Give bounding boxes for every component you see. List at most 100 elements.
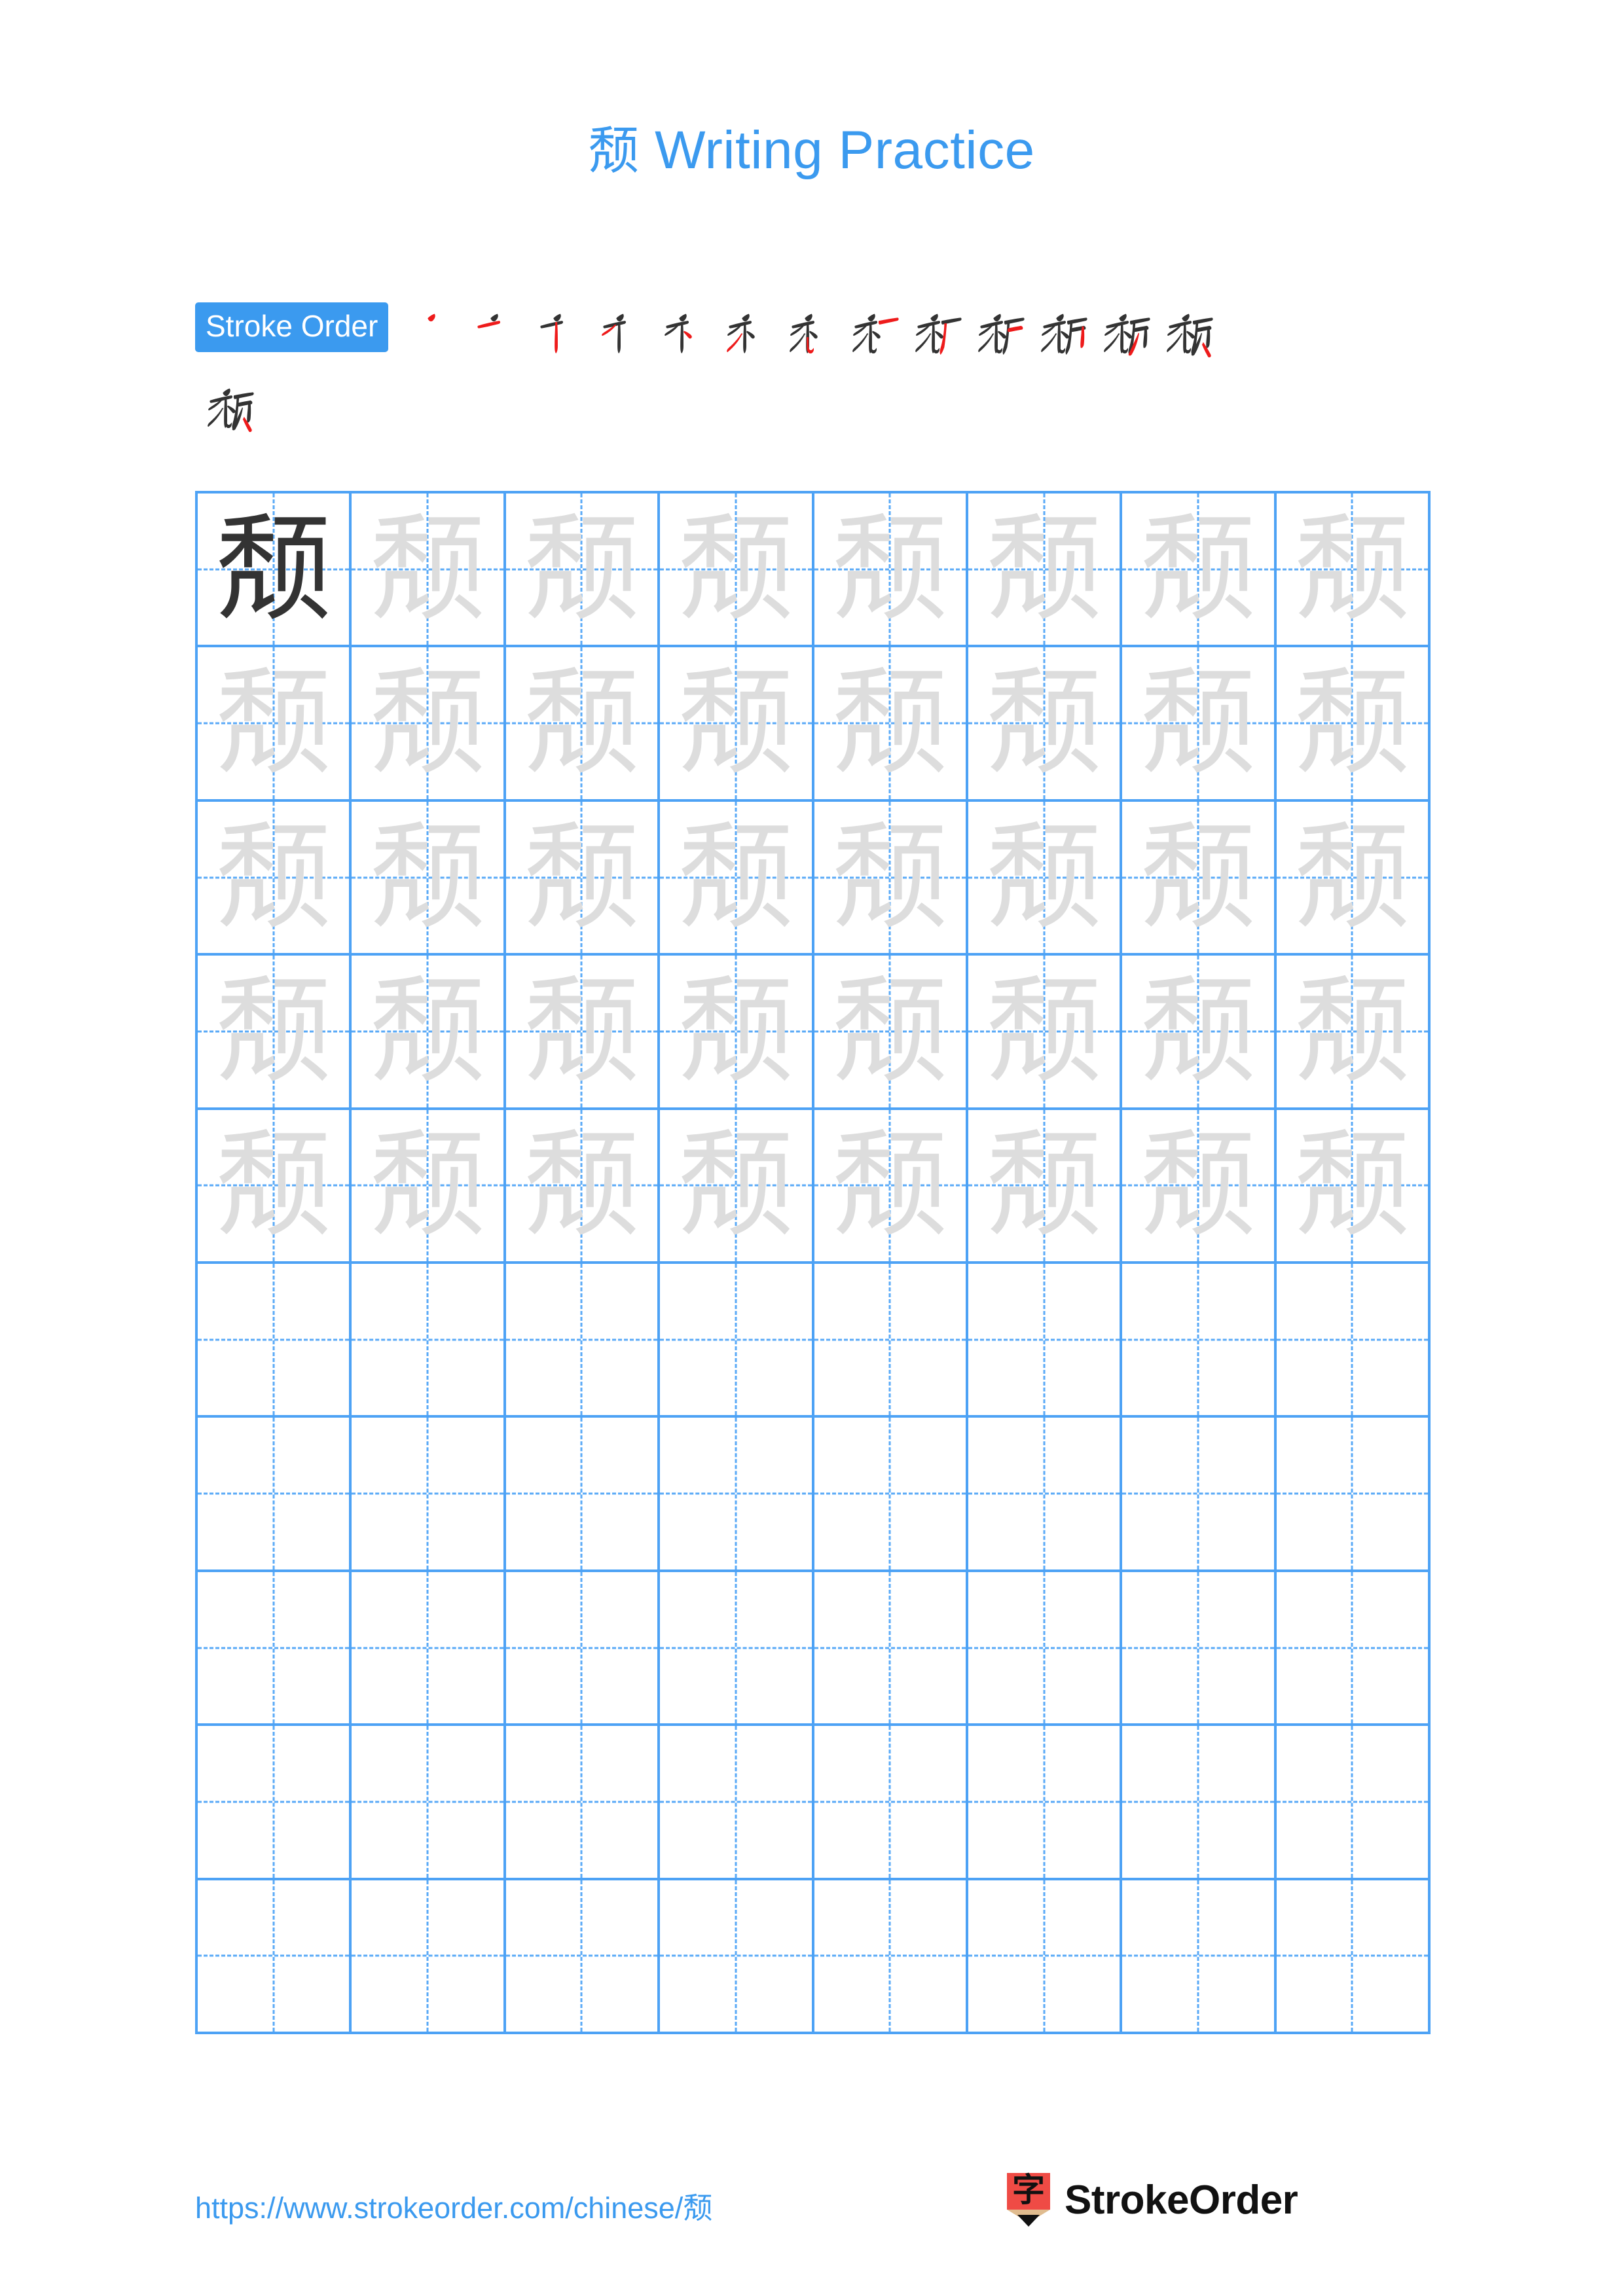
grid-cell-r2-c7[interactable]: 颓	[1122, 647, 1277, 802]
grid-cell-r9-c4[interactable]	[660, 1726, 814, 1880]
grid-cell-r6-c2[interactable]	[352, 1264, 506, 1418]
grid-cell-r7-c5[interactable]	[814, 1418, 968, 1572]
grid-cell-r6-c5[interactable]	[814, 1264, 968, 1418]
grid-cell-r6-c1[interactable]	[198, 1264, 352, 1418]
grid-cell-r6-c6[interactable]	[968, 1264, 1123, 1418]
trace-character: 颓	[215, 963, 332, 1099]
grid-cell-r7-c8[interactable]	[1276, 1418, 1431, 1572]
grid-cell-r8-c5[interactable]	[814, 1571, 968, 1727]
grid-cell-r10-c6[interactable]	[968, 1880, 1123, 2035]
grid-cell-r6-c8[interactable]	[1276, 1264, 1431, 1418]
grid-cell-r8-c8[interactable]	[1276, 1571, 1431, 1727]
grid-cell-r1-c7[interactable]: 颓	[1122, 493, 1277, 648]
stroke-order-badge: Stroke Order	[195, 302, 389, 352]
grid-cell-r2-c3[interactable]: 颓	[505, 647, 661, 802]
grid-cell-r7-c6[interactable]	[968, 1418, 1123, 1572]
grid-cell-r10-c2[interactable]	[352, 1880, 506, 2035]
grid-cell-r5-c7[interactable]: 颓	[1122, 1109, 1277, 1265]
horizontal-guide-line	[814, 1338, 966, 1341]
grid-cell-r8-c1[interactable]	[198, 1571, 352, 1727]
grid-cell-r8-c3[interactable]	[505, 1571, 661, 1727]
grid-cell-r9-c2[interactable]	[352, 1726, 506, 1880]
grid-cell-r3-c4[interactable]: 颓	[660, 801, 814, 956]
grid-cell-r1-c8[interactable]: 颓	[1276, 493, 1431, 648]
grid-cell-r2-c8[interactable]: 颓	[1276, 647, 1431, 802]
grid-cell-r4-c7[interactable]: 颓	[1122, 956, 1277, 1110]
grid-row: 颓颓颓颓颓颓颓颓	[198, 647, 1431, 802]
trace-character: 颓	[1294, 963, 1411, 1099]
grid-cell-r9-c8[interactable]	[1276, 1726, 1431, 1880]
grid-cell-r4-c5[interactable]: 颓	[814, 956, 968, 1110]
grid-cell-r5-c4[interactable]: 颓	[660, 1109, 814, 1265]
grid-cell-r10-c8[interactable]	[1276, 1880, 1431, 2035]
trace-character: 颓	[369, 655, 486, 791]
grid-cell-r9-c6[interactable]	[968, 1726, 1123, 1880]
grid-cell-r3-c8[interactable]: 颓	[1276, 801, 1431, 956]
grid-cell-r4-c2[interactable]: 颓	[352, 956, 506, 1110]
horizontal-guide-line	[352, 1801, 503, 1803]
grid-cell-r9-c3[interactable]	[505, 1726, 661, 1880]
grid-cell-r5-c2[interactable]: 颓	[352, 1109, 506, 1265]
grid-cell-r7-c2[interactable]	[352, 1418, 506, 1572]
grid-cell-r8-c2[interactable]	[352, 1571, 506, 1727]
horizontal-guide-line	[1122, 1954, 1274, 1957]
grid-cell-r1-c6[interactable]: 颓	[968, 493, 1123, 648]
footer-url-link[interactable]: https://www.strokeorder.com/chinese/颓	[195, 2184, 712, 2227]
grid-cell-r4-c4[interactable]: 颓	[660, 956, 814, 1110]
grid-cell-r4-c6[interactable]: 颓	[968, 956, 1123, 1110]
stroke-step-7	[777, 302, 840, 374]
grid-cell-r10-c4[interactable]	[660, 1880, 814, 2035]
grid-cell-r3-c7[interactable]: 颓	[1122, 801, 1277, 956]
stroke-order-section: Stroke Order	[195, 302, 1432, 449]
grid-cell-r6-c3[interactable]	[505, 1264, 661, 1418]
grid-cell-r5-c5[interactable]: 颓	[814, 1109, 968, 1265]
trace-character: 颓	[1294, 655, 1411, 791]
grid-cell-r4-c3[interactable]: 颓	[505, 956, 661, 1110]
grid-cell-r7-c1[interactable]	[198, 1418, 352, 1572]
grid-cell-r10-c5[interactable]	[814, 1880, 968, 2035]
grid-cell-r10-c1[interactable]	[198, 1880, 352, 2035]
grid-cell-r1-c1[interactable]: 颓	[198, 493, 352, 648]
trace-character: 颓	[985, 655, 1103, 791]
grid-cell-r2-c6[interactable]: 颓	[968, 647, 1123, 802]
grid-cell-r2-c5[interactable]: 颓	[814, 647, 968, 802]
grid-cell-r8-c6[interactable]	[968, 1571, 1123, 1727]
grid-cell-r2-c1[interactable]: 颓	[198, 647, 352, 802]
horizontal-guide-line	[352, 1647, 503, 1649]
grid-cell-r1-c5[interactable]: 颓	[814, 493, 968, 648]
grid-cell-r8-c4[interactable]	[660, 1571, 814, 1727]
grid-cell-r6-c4[interactable]	[660, 1264, 814, 1418]
grid-cell-r1-c4[interactable]: 颓	[660, 493, 814, 648]
grid-cell-r6-c7[interactable]	[1122, 1264, 1277, 1418]
grid-cell-r3-c3[interactable]: 颓	[505, 801, 661, 956]
grid-cell-r10-c7[interactable]	[1122, 1880, 1277, 2035]
horizontal-guide-line	[968, 1954, 1120, 1957]
grid-row: 颓颓颓颓颓颓颓颓	[198, 1109, 1431, 1265]
grid-cell-r3-c6[interactable]: 颓	[968, 801, 1123, 956]
grid-cell-r3-c2[interactable]: 颓	[352, 801, 506, 956]
grid-cell-r8-c7[interactable]	[1122, 1571, 1277, 1727]
grid-cell-r7-c7[interactable]	[1122, 1418, 1277, 1572]
grid-cell-r4-c1[interactable]: 颓	[198, 956, 352, 1110]
grid-cell-r9-c7[interactable]	[1122, 1726, 1277, 1880]
grid-cell-r7-c4[interactable]	[660, 1418, 814, 1572]
trace-character: 颓	[677, 501, 794, 637]
grid-cell-r7-c3[interactable]	[505, 1418, 661, 1572]
grid-cell-r2-c2[interactable]: 颓	[352, 647, 506, 802]
grid-cell-r5-c6[interactable]: 颓	[968, 1109, 1123, 1265]
grid-cell-r4-c8[interactable]: 颓	[1276, 956, 1431, 1110]
horizontal-guide-line	[198, 1954, 350, 1957]
grid-cell-r9-c1[interactable]	[198, 1726, 352, 1880]
grid-cell-r10-c3[interactable]	[505, 1880, 661, 2035]
stroke-step-13	[1154, 302, 1217, 374]
grid-cell-r1-c2[interactable]: 颓	[352, 493, 506, 648]
grid-cell-r3-c1[interactable]: 颓	[198, 801, 352, 956]
grid-cell-r3-c5[interactable]: 颓	[814, 801, 968, 956]
grid-cell-r5-c3[interactable]: 颓	[505, 1109, 661, 1265]
horizontal-guide-line	[660, 1492, 812, 1495]
grid-cell-r5-c8[interactable]: 颓	[1276, 1109, 1431, 1265]
grid-cell-r9-c5[interactable]	[814, 1726, 968, 1880]
grid-cell-r1-c3[interactable]: 颓	[505, 493, 661, 648]
grid-cell-r2-c4[interactable]: 颓	[660, 647, 814, 802]
grid-cell-r5-c1[interactable]: 颓	[198, 1109, 352, 1265]
